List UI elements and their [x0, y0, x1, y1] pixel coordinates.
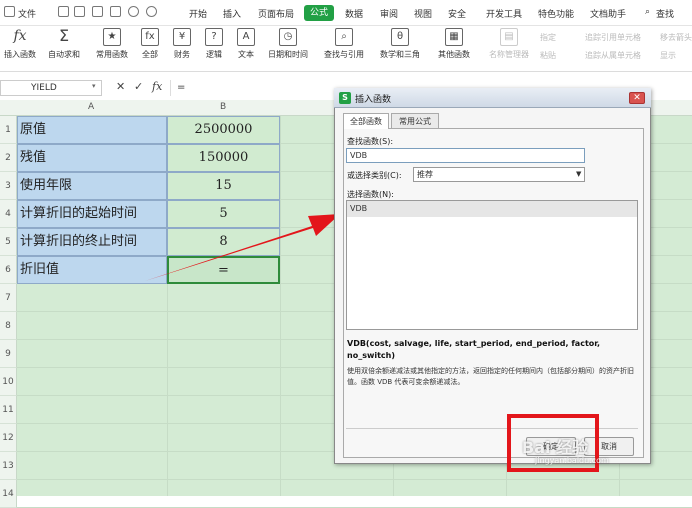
- category-select[interactable]: 推荐: [413, 167, 585, 182]
- dialog-title: 插入函数: [355, 95, 392, 105]
- search-input[interactable]: VDB: [346, 148, 585, 163]
- close-icon[interactable]: ✕: [629, 92, 645, 104]
- category-label: 或选择类别(C):: [347, 171, 402, 180]
- tab-common-formulas[interactable]: 常用公式: [391, 113, 439, 129]
- chevron-down-icon[interactable]: ▼: [576, 170, 581, 178]
- function-list-label: 选择函数(N):: [347, 190, 394, 199]
- function-list[interactable]: [346, 200, 638, 330]
- function-description: 使用双倍余额递减法或其他指定的方法，返回指定的任何期间内（包括部分期间）的资产折…: [347, 367, 634, 386]
- search-label: 查找函数(S):: [347, 137, 394, 146]
- arrow-shape: [145, 214, 340, 281]
- watermark-logo: Bai 经验: [522, 438, 589, 457]
- function-item-vdb[interactable]: VDB: [347, 201, 637, 217]
- wps-logo-icon: S: [339, 92, 351, 104]
- tab-all-functions[interactable]: 全部函数: [343, 113, 389, 129]
- function-signature: VDB(cost, salvage, life, start_period, e…: [347, 339, 601, 360]
- watermark-url: jingyan.baidu.com: [535, 456, 609, 465]
